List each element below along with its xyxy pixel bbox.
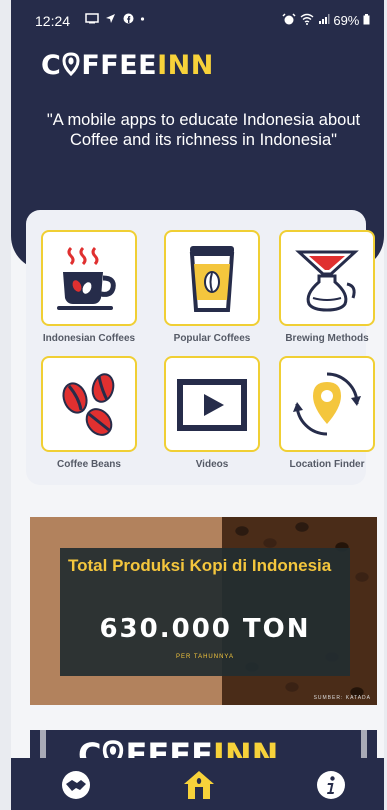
tile-label-location-finder: Location Finder (289, 459, 365, 470)
app-screen: 12:24 69% C FFEEINN "A mobile apps to edu… (11, 0, 384, 810)
menu-tile-indonesian-coffees[interactable] (41, 230, 137, 326)
tile-label-videos: Videos (195, 459, 229, 470)
tile-label-popular-coffees: Popular Coffees (173, 333, 251, 344)
app-logo: C FFEEINN (41, 50, 214, 81)
menu-grid: Indonesian Coffees Popular Coffees Brewi… (26, 210, 375, 485)
menu-tile-location-finder[interactable] (279, 356, 375, 452)
handshake-icon (62, 771, 90, 799)
pour-over-icon (295, 250, 359, 312)
production-banner[interactable]: Total Produksi Kopi di Indonesia 630.000… (30, 517, 377, 705)
banner-panel: Total Produksi Kopi di Indonesia 630.000… (60, 548, 350, 676)
status-time: 12:24 (35, 13, 71, 29)
nav-home-button[interactable] (182, 768, 216, 802)
tile-label-coffee-beans: Coffee Beans (57, 459, 121, 470)
menu-tile-brewing-methods[interactable] (279, 230, 375, 326)
battery-percent: 69% (333, 13, 360, 28)
menu-tile-videos[interactable] (164, 356, 260, 452)
app-tagline: "A mobile apps to educate Indonesia abou… (46, 111, 361, 149)
menu-tile-coffee-beans[interactable] (41, 356, 137, 452)
wifi-icon (300, 13, 314, 25)
takeaway-cup-icon (189, 246, 235, 312)
navigation-icon (106, 14, 116, 23)
battery-icon (363, 14, 370, 25)
menu-tile-popular-coffees[interactable] (164, 230, 260, 326)
info-icon (317, 771, 345, 799)
coffee-beans-icon (62, 373, 115, 436)
banner-subtitle: PER TAHUNNYA (175, 654, 234, 660)
alarm-icon (282, 13, 296, 25)
cast-icon (85, 13, 99, 24)
signal-icon (318, 14, 330, 24)
location-pin-icon (293, 372, 361, 436)
banner-value: 630.000 TON (99, 614, 311, 644)
dot-icon (140, 17, 145, 21)
bottom-nav (11, 758, 384, 810)
banner-title: Total Produksi Kopi di Indonesia (68, 556, 332, 575)
tile-label-brewing-methods: Brewing Methods (285, 333, 369, 344)
coffee-cup-icon (57, 246, 116, 310)
video-play-icon (177, 379, 247, 431)
nav-partners-button[interactable] (59, 768, 93, 802)
banner-source: SUMBER: KATADA (313, 695, 371, 701)
facebook-icon (123, 13, 134, 24)
notification-icons (85, 13, 145, 27)
tile-label-indonesian-coffees: Indonesian Coffees (42, 333, 136, 344)
nav-info-button[interactable] (314, 768, 348, 802)
home-icon (184, 771, 214, 799)
status-bar: 12:24 69% (11, 0, 384, 38)
logo-pin-icon (62, 52, 80, 77)
status-right: 69% (282, 13, 370, 28)
